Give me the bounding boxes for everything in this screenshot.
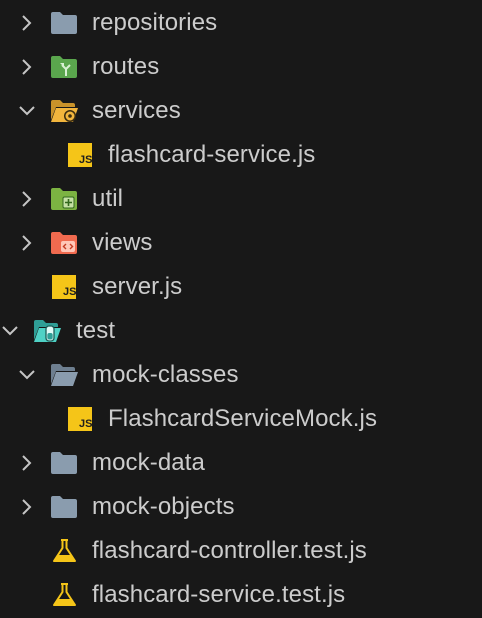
tree-item-flashcardservicemock-js[interactable]: JS FlashcardServiceMock.js bbox=[0, 397, 482, 441]
chevron-down-icon[interactable] bbox=[17, 365, 37, 385]
tree-item-mock-data[interactable]: mock-data bbox=[0, 441, 482, 485]
tree-item-mock-classes[interactable]: mock-classes bbox=[0, 353, 482, 397]
js-file-icon: JS bbox=[66, 406, 96, 432]
tree-item-services[interactable]: services bbox=[0, 89, 482, 133]
folder-services-open-icon bbox=[49, 98, 79, 124]
tree-item-util[interactable]: util bbox=[0, 177, 482, 221]
tree-item-server-js[interactable]: JS server.js bbox=[0, 265, 482, 309]
tree-item-label: util bbox=[92, 185, 124, 212]
tree-item-label: repositories bbox=[92, 9, 218, 36]
tree-item-label: mock-objects bbox=[92, 493, 235, 520]
folder-util-icon bbox=[49, 186, 79, 212]
tree-item-label: mock-classes bbox=[92, 361, 239, 388]
chevron-right-icon[interactable] bbox=[17, 233, 37, 253]
js-file-icon: JS bbox=[50, 274, 80, 300]
test-flask-icon bbox=[50, 582, 80, 608]
tree-item-flashcard-controller-test-js[interactable]: flashcard-controller.test.js bbox=[0, 529, 482, 573]
tree-item-label: mock-data bbox=[92, 449, 205, 476]
tree-item-label: flashcard-controller.test.js bbox=[92, 537, 367, 564]
tree-item-label: test bbox=[76, 317, 116, 344]
folder-icon bbox=[49, 10, 79, 36]
file-explorer-tree: repositories routes services JS flashcar… bbox=[0, 0, 482, 618]
tree-item-label: services bbox=[92, 97, 181, 124]
tree-item-test[interactable]: test bbox=[0, 309, 482, 353]
tree-item-flashcard-service-test-js[interactable]: flashcard-service.test.js bbox=[0, 573, 482, 617]
tree-item-repositories[interactable]: repositories bbox=[0, 1, 482, 45]
tree-item-label: flashcard-service.js bbox=[108, 141, 316, 168]
svg-text:JS: JS bbox=[79, 154, 92, 166]
tree-item-label: server.js bbox=[92, 273, 183, 300]
svg-text:JS: JS bbox=[63, 286, 76, 298]
js-file-icon: JS bbox=[66, 142, 96, 168]
svg-text:JS: JS bbox=[79, 418, 92, 430]
tree-item-label: views bbox=[92, 229, 153, 256]
tree-item-flashcard-service-js[interactable]: JS flashcard-service.js bbox=[0, 133, 482, 177]
chevron-right-icon[interactable] bbox=[17, 497, 37, 517]
tree-item-label: FlashcardServiceMock.js bbox=[108, 405, 378, 432]
tree-item-routes[interactable]: routes bbox=[0, 45, 482, 89]
chevron-right-icon[interactable] bbox=[17, 189, 37, 209]
tree-item-label: flashcard-service.test.js bbox=[92, 581, 346, 608]
chevron-right-icon[interactable] bbox=[17, 13, 37, 33]
tree-item-views[interactable]: views bbox=[0, 221, 482, 265]
chevron-down-icon[interactable] bbox=[0, 321, 20, 341]
chevron-right-icon[interactable] bbox=[17, 453, 37, 473]
tree-item-label: routes bbox=[92, 53, 160, 80]
folder-views-icon bbox=[49, 230, 79, 256]
folder-routes-icon bbox=[49, 54, 79, 80]
folder-icon bbox=[49, 494, 79, 520]
folder-test-open-icon bbox=[32, 318, 62, 344]
folder-open-icon bbox=[49, 362, 79, 388]
chevron-right-icon[interactable] bbox=[17, 57, 37, 77]
folder-icon bbox=[49, 450, 79, 476]
chevron-down-icon[interactable] bbox=[17, 101, 37, 121]
tree-item-mock-objects[interactable]: mock-objects bbox=[0, 485, 482, 529]
test-flask-icon bbox=[50, 538, 80, 564]
